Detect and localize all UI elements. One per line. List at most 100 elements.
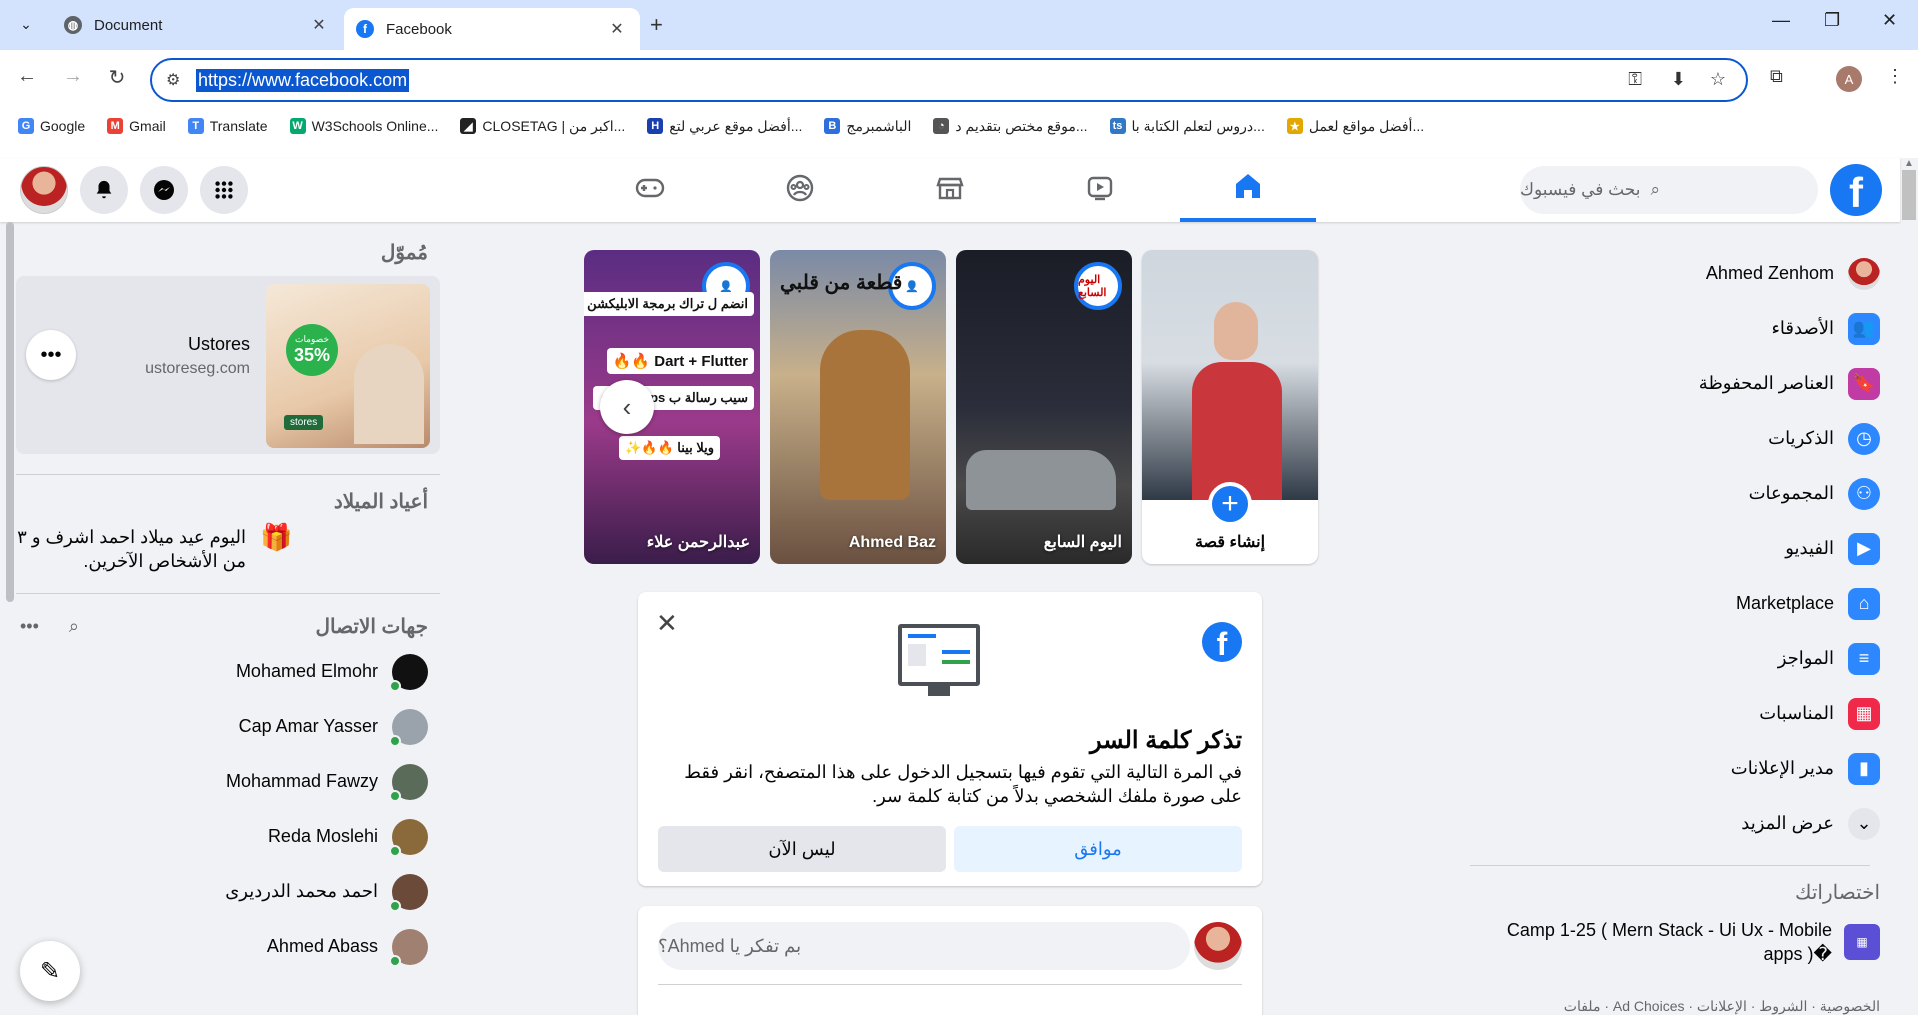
bookmark-favicon-icon: ★ (1286, 118, 1303, 134)
contact-item[interactable]: Reda Moslehi (16, 809, 440, 864)
forward-icon[interactable]: → (58, 65, 88, 88)
sidebar-item[interactable]: Ahmed Zenhom (1470, 246, 1890, 301)
card-description: في المرة التالية التي تقوم فيها بتسجيل ا… (684, 762, 1242, 806)
sidebar-item[interactable]: المجموعات ⚇ (1470, 466, 1890, 521)
install-app-icon[interactable]: ⬇ (1671, 69, 1686, 90)
facebook-search-input[interactable]: ⌕ بحث في فيسبوك (1520, 166, 1818, 214)
profile-avatar[interactable]: A (1836, 66, 1862, 92)
footer-links[interactable]: الخصوصية · الشروط · الإعلانات · Ad Choic… (1480, 998, 1880, 1015)
create-story-card[interactable]: + إنشاء قصة (1142, 250, 1318, 564)
sponsored-ad[interactable]: خصومات 35% stores Ustores ustoreseg.com … (16, 276, 440, 454)
bookmark-item[interactable]: ◔ موقع مختص بتقديم د... (933, 117, 1088, 135)
key-icon[interactable]: ⚿ (1628, 69, 1642, 90)
contact-item[interactable]: احمد محمد الدرديرى (16, 864, 440, 919)
story-name: اليوم السابع (1043, 534, 1122, 551)
bookmark-item[interactable]: H أفضل موقع عربي لتع... (647, 118, 802, 135)
page-scrollbar[interactable] (1902, 170, 1916, 220)
messenger-icon[interactable] (140, 166, 188, 214)
scroll-up-icon[interactable]: ▲ (1904, 158, 1914, 169)
nav-home[interactable] (1180, 158, 1316, 222)
contact-item[interactable]: Cap Amar Yasser (16, 699, 440, 754)
url-text[interactable]: https://www.facebook.com (196, 69, 410, 92)
reload-icon[interactable]: ↻ (102, 65, 132, 90)
divider (1470, 865, 1870, 866)
left-scrollbar[interactable] (6, 222, 14, 602)
contact-item[interactable]: Mohammad Fawzy (16, 754, 440, 809)
more-options-icon[interactable]: ••• (26, 330, 76, 380)
story-card[interactable]: 👤 قطعة من قلبي Ahmed Baz (770, 250, 946, 564)
shortcut-item[interactable]: Camp 1-25 ( Mern Stack - Ui Ux - Mobile … (1470, 918, 1890, 966)
new-tab-button[interactable]: + (650, 12, 663, 38)
chevron-left-icon[interactable]: ‹ (600, 380, 654, 434)
window-close-icon[interactable]: ✕ (1882, 10, 1897, 31)
address-bar[interactable]: ⚙ https://www.facebook.com ⚿ ⬇ ☆ (150, 58, 1748, 102)
close-icon[interactable]: ✕ (656, 608, 678, 639)
bookmark-item[interactable]: B الباشمبرمج (824, 118, 911, 135)
ad-name[interactable]: Ustores (188, 334, 250, 355)
story-card[interactable]: اليوم السابع اليوم السابع (956, 250, 1132, 564)
restore-icon[interactable]: ❐ (1824, 10, 1840, 31)
groups-icon: ⚇ (1848, 477, 1880, 510)
contact-name: احمد محمد الدرديرى (225, 881, 378, 901)
contacts-header: ••• ⌕ جهات الاتصال (16, 608, 440, 644)
store-icon: ⌂ (1848, 587, 1880, 620)
bookmark-item[interactable]: T Translate (187, 118, 268, 134)
sidebar-item[interactable]: الذكريات ◷ (1470, 411, 1890, 466)
minimize-icon[interactable]: — (1772, 10, 1790, 31)
shortcut-label: Camp 1-25 ( Mern Stack - Ui Ux - Mobile … (1506, 920, 1832, 964)
notifications-bell-icon[interactable] (80, 166, 128, 214)
nav-gaming[interactable] (582, 158, 718, 222)
bookmark-item[interactable]: G Google (18, 118, 85, 134)
sidebar-item[interactable]: الفيديو ▶ (1470, 521, 1890, 576)
more-options-icon[interactable]: ••• (20, 616, 39, 637)
avatar[interactable] (1194, 922, 1242, 970)
plus-icon[interactable]: + (1208, 482, 1252, 526)
new-message-icon[interactable]: ✎ (20, 941, 80, 1001)
online-status-dot (389, 954, 401, 967)
menu-kebab-icon[interactable]: ⋮ (1886, 66, 1904, 87)
contact-name: Cap Amar Yasser (238, 716, 378, 736)
account-avatar[interactable] (20, 166, 68, 214)
birthday-item[interactable]: 🎁 اليوم عيد ميلاد احمد اشرف و ٣ من الأشخ… (16, 524, 440, 573)
bookmark-item[interactable]: ts دروس لتعلم الكتابة با... (1109, 118, 1265, 135)
bookmark-item[interactable]: ◢ CLOSETAG | اكبر من... (460, 118, 625, 135)
sidebar-item[interactable]: العناصر المحفوظة 🔖 (1470, 356, 1890, 411)
site-settings-icon[interactable]: ⚙ (166, 70, 180, 90)
star-icon[interactable]: ☆ (1710, 69, 1726, 90)
nav-groups[interactable] (732, 158, 868, 222)
bookmark-label: Gmail (129, 118, 166, 134)
bookmark-item[interactable]: W W3Schools Online... (289, 118, 438, 134)
sidebar-item[interactable]: Marketplace ⌂ (1470, 576, 1890, 631)
bookmark-label: موقع مختص بتقديم د... (955, 117, 1088, 134)
close-icon[interactable]: ✕ (606, 19, 628, 39)
close-icon[interactable]: ✕ (308, 15, 330, 35)
confirm-button[interactable]: موافق (954, 826, 1242, 872)
not-now-button[interactable]: ليس الآن (658, 826, 946, 872)
tab-search-chevron-icon[interactable]: ⌄ (12, 10, 40, 38)
sidebar-item[interactable]: الأصدقاء 👥 (1470, 301, 1890, 356)
bookmark-item[interactable]: ★ أفضل مواقع لعمل... (1286, 118, 1424, 135)
tab-document[interactable]: ◍ Document ✕ (52, 8, 342, 42)
bookmark-item[interactable]: M Gmail (107, 118, 166, 134)
divider (16, 474, 440, 475)
ad-image[interactable]: خصومات 35% stores (266, 284, 430, 448)
sidebar-item[interactable]: مدير الإعلانات ▮ (1470, 741, 1890, 796)
sidebar-item[interactable]: المناسبات ▦ (1470, 686, 1890, 741)
post-input[interactable]: بم تفكر يا Ahmed؟ (658, 922, 1190, 970)
contact-item[interactable]: Mohamed Elmohr (16, 644, 440, 699)
post-composer: بم تفكر يا Ahmed؟ (638, 906, 1262, 1015)
search-icon[interactable]: ⌕ (69, 616, 79, 637)
back-icon[interactable]: ← (12, 65, 42, 88)
sidebar-item[interactable]: المواجز ≡ (1470, 631, 1890, 686)
facebook-logo[interactable]: f (1830, 164, 1882, 216)
extensions-icon[interactable]: ⧉ (1770, 66, 1783, 87)
nav-marketplace[interactable] (882, 158, 1018, 222)
feeds-icon: ≡ (1848, 642, 1880, 675)
nav-video[interactable] (1032, 158, 1168, 222)
bookmark-label: Translate (209, 118, 268, 134)
tab-facebook[interactable]: f Facebook ✕ (344, 8, 640, 50)
menu-grid-icon[interactable] (200, 166, 248, 214)
sidebar-item[interactable]: عرض المزيد ⌄ (1470, 796, 1890, 851)
search-icon: ⌕ (1650, 180, 1661, 199)
store-icon (935, 173, 965, 208)
